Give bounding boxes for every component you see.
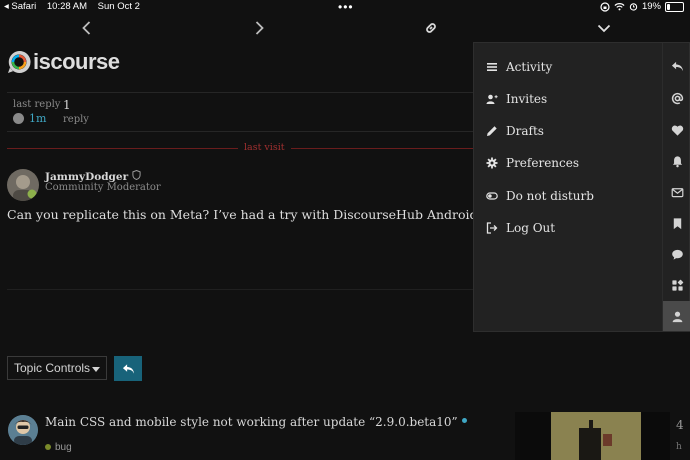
menu-item-preferences[interactable]: Preferences xyxy=(486,153,579,173)
gear-icon xyxy=(486,157,498,169)
suggested-topic-replies: 4 xyxy=(676,418,684,432)
multitasking-dots-icon[interactable]: ••• xyxy=(338,0,354,14)
user-menu-items: Activity Invites Drafts Preferences Do n… xyxy=(474,43,661,331)
user-icon xyxy=(672,311,682,322)
lock-rotation-icon xyxy=(600,1,610,12)
battery-percent: 19% xyxy=(641,1,661,12)
menu-item-label: Preferences xyxy=(506,156,580,170)
tab-likes[interactable] xyxy=(663,115,690,145)
video-thumbnail[interactable] xyxy=(515,412,670,460)
user-menu-panel: Activity Invites Drafts Preferences Do n… xyxy=(473,42,690,332)
toggle-icon xyxy=(486,192,498,200)
browser-back-icon[interactable] xyxy=(77,18,97,38)
post-author-role: Community Moderator xyxy=(45,182,161,193)
last-reply-avatar xyxy=(13,113,24,124)
suggested-topic-title[interactable]: Main CSS and mobile style not working af… xyxy=(45,415,467,429)
status-time: 10:28 AM xyxy=(46,1,88,12)
reply-icon xyxy=(671,61,683,71)
tab-chat[interactable] xyxy=(663,239,690,269)
menu-item-label: Log Out xyxy=(506,221,556,235)
back-to-app-link[interactable]: ◂ Safari xyxy=(4,1,36,12)
tag-color-swatch xyxy=(45,444,51,450)
post-author-avatar[interactable] xyxy=(7,169,39,201)
menu-item-label: Activity xyxy=(506,60,553,74)
last-reply-label: last reply xyxy=(13,99,61,110)
post-divider xyxy=(7,289,473,290)
suggested-topic-title-text[interactable]: Main CSS and mobile style not working af… xyxy=(45,415,458,429)
menu-item-drafts[interactable]: Drafts xyxy=(486,121,544,141)
discourse-logo-icon xyxy=(8,50,31,73)
pencil-icon xyxy=(487,126,497,136)
battery-fill xyxy=(667,3,670,10)
tab-mentions[interactable] xyxy=(663,83,690,113)
video-thumbnail-image xyxy=(551,412,641,460)
caret-down-icon xyxy=(92,367,100,372)
last-reply-time[interactable]: 1m xyxy=(29,112,46,125)
topic-controls-label: Topic Controls xyxy=(14,361,91,375)
chevron-down-icon[interactable] xyxy=(594,18,614,38)
at-icon xyxy=(671,92,683,104)
reply-icon xyxy=(122,363,134,374)
menu-item-activity[interactable]: Activity xyxy=(486,57,552,77)
alarm-icon xyxy=(629,3,638,11)
tab-messages[interactable] xyxy=(663,177,690,207)
suggested-topic-activity: h xyxy=(676,442,682,452)
sign-out-icon xyxy=(486,222,498,234)
reply-count-label: reply xyxy=(63,114,89,125)
wifi-icon xyxy=(614,3,625,11)
topic-tag-label: bug xyxy=(55,442,72,453)
reply-count: 1 xyxy=(63,98,71,112)
list-icon xyxy=(487,63,497,71)
heart-icon xyxy=(671,125,683,136)
menu-item-label: Invites xyxy=(506,92,548,106)
tab-bookmarks[interactable] xyxy=(663,208,690,238)
user-menu-tabs xyxy=(662,43,690,331)
tab-review[interactable] xyxy=(663,270,690,300)
envelope-icon xyxy=(671,187,683,197)
menu-item-do-not-disturb[interactable]: Do not disturb xyxy=(486,186,594,206)
tab-profile[interactable] xyxy=(663,301,690,331)
comment-icon xyxy=(671,249,683,260)
status-date: Sun Oct 2 xyxy=(97,1,140,12)
browser-forward-icon[interactable] xyxy=(249,18,269,38)
menu-item-log-out[interactable]: Log Out xyxy=(486,218,555,238)
ios-status-bar: ◂ Safari 10:28 AM Sun Oct 2 ••• 19% xyxy=(0,0,690,14)
unread-indicator xyxy=(461,418,467,423)
grid-icon xyxy=(671,279,683,291)
reply-button[interactable] xyxy=(114,356,142,381)
bell-icon xyxy=(672,155,682,167)
menu-item-label: Drafts xyxy=(506,124,544,138)
tab-replies[interactable] xyxy=(663,51,690,81)
link-icon[interactable] xyxy=(421,18,441,38)
topic-controls-dropdown[interactable]: Topic Controls xyxy=(7,356,107,380)
topic-tag[interactable]: bug xyxy=(45,442,72,453)
last-visit-label: last visit xyxy=(238,142,291,153)
user-plus-icon xyxy=(486,94,498,104)
menu-item-invites[interactable]: Invites xyxy=(486,89,547,109)
moderator-shield-icon xyxy=(132,169,141,181)
battery-icon xyxy=(665,1,684,12)
topic-map-summary[interactable]: last reply 1m 1 reply xyxy=(7,92,487,132)
tab-notifications[interactable] xyxy=(663,146,690,176)
menu-item-label: Do not disturb xyxy=(506,189,594,203)
suggested-topic-avatar[interactable] xyxy=(8,415,38,445)
post-body-text: Can you replicate this on Meta? I’ve had… xyxy=(7,207,479,222)
site-logo[interactable]: iscourse xyxy=(7,48,120,78)
logo-wordmark: iscourse xyxy=(33,49,120,74)
bookmark-icon xyxy=(673,217,681,229)
